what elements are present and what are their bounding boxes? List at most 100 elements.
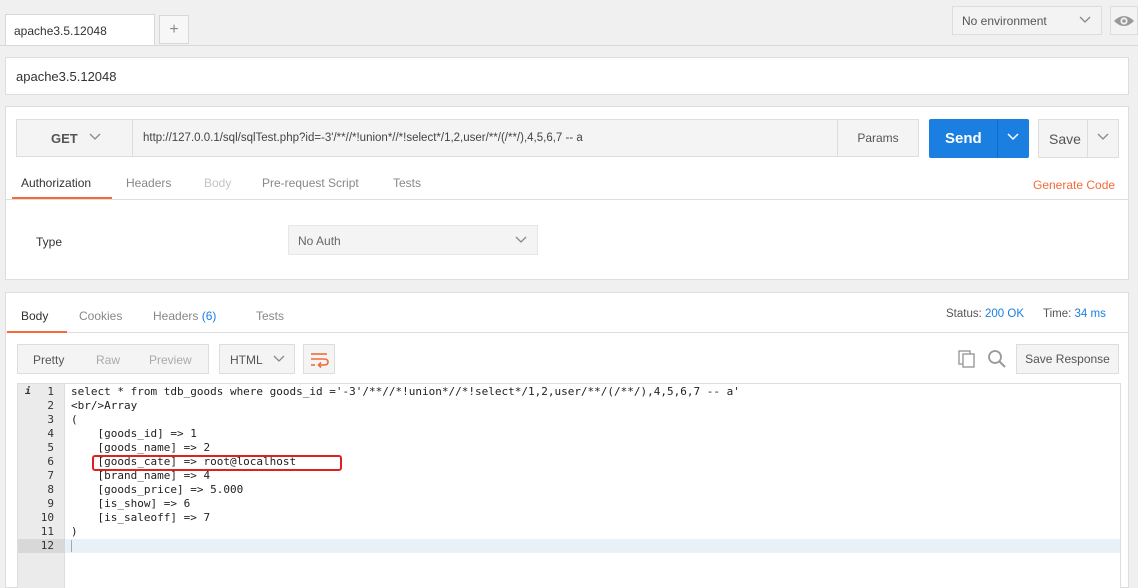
response-tab-tests[interactable]: Tests xyxy=(256,309,284,323)
highlight-annotation-box xyxy=(92,455,342,471)
format-toggle-group: Pretty Raw Preview xyxy=(17,344,209,374)
save-button[interactable]: Save xyxy=(1038,119,1119,158)
line-text: <br/>Array xyxy=(71,399,138,412)
active-tab-indicator xyxy=(12,197,112,199)
request-panel: GET http://127.0.0.1/sql/sqlTest.php?id=… xyxy=(5,106,1129,280)
auth-type-value: No Auth xyxy=(298,234,341,248)
request-tabs: Authorization Headers Body Pre-request S… xyxy=(6,167,1128,200)
tab-body[interactable]: Body xyxy=(204,176,231,190)
copy-icon[interactable] xyxy=(957,349,977,369)
line-text: [brand_name] => 4 xyxy=(71,469,211,482)
code-line: 2 <br/>Array xyxy=(18,399,1120,413)
line-number: 1 xyxy=(47,385,54,398)
code-line: 10 [is_saleoff] => 7 xyxy=(18,511,1120,525)
search-icon[interactable] xyxy=(987,349,1007,369)
request-name-text: apache3.5.12048 xyxy=(16,69,117,84)
line-number: 4 xyxy=(47,427,54,440)
status-value: 200 OK xyxy=(985,308,1025,320)
line-text: ( xyxy=(71,413,78,426)
line-text: select * from tdb_goods where goods_id =… xyxy=(71,385,740,398)
response-body-editor[interactable]: i 1 select * from tdb_goods where goods_id… xyxy=(17,383,1121,588)
send-button-label: Send xyxy=(945,130,982,147)
environment-select-value: No environment xyxy=(962,14,1047,28)
line-number: 7 xyxy=(47,469,54,482)
line-number: 2 xyxy=(47,399,54,412)
response-panel: Body Cookies Headers (6) Tests Status: 2… xyxy=(5,292,1129,588)
code-line: 11) xyxy=(18,525,1120,539)
chevron-down-icon xyxy=(89,133,101,140)
code-line: 5 [goods_name] => 2 xyxy=(18,441,1120,455)
response-active-tab-indicator xyxy=(7,331,67,333)
wrap-lines-button[interactable] xyxy=(303,344,335,374)
environment-quick-look-button[interactable] xyxy=(1110,6,1138,35)
code-line-active: 12 xyxy=(18,539,1120,553)
request-name[interactable]: apache3.5.12048 xyxy=(5,57,1129,95)
request-tab-label: apache3.5.12048 xyxy=(14,24,107,38)
request-tab[interactable]: apache3.5.12048 xyxy=(5,14,155,46)
code-line: 7 [brand_name] => 4 xyxy=(18,469,1120,483)
response-tab-headers[interactable]: Headers (6) xyxy=(153,309,216,323)
line-number: 5 xyxy=(47,441,54,454)
response-tab-cookies[interactable]: Cookies xyxy=(79,309,122,323)
environment-select[interactable]: No environment xyxy=(952,6,1102,35)
method-select-value: GET xyxy=(51,131,78,146)
chevron-down-icon[interactable] xyxy=(1097,133,1109,141)
url-input[interactable]: http://127.0.0.1/sql/sqlTest.php?id=-3'/… xyxy=(132,119,838,157)
language-select[interactable]: HTML xyxy=(219,344,295,374)
line-number: 6 xyxy=(47,455,54,468)
code-line: 3( xyxy=(18,413,1120,427)
wrap-lines-icon xyxy=(311,353,329,369)
line-number: 3 xyxy=(47,413,54,426)
tabs-divider xyxy=(0,45,1138,46)
code-line: 4 [goods_id] => 1 xyxy=(18,427,1120,441)
add-tab-button[interactable]: + xyxy=(159,15,189,44)
chevron-down-icon xyxy=(515,236,527,243)
tab-pre-request-script[interactable]: Pre-request Script xyxy=(262,176,359,190)
response-tabs-divider xyxy=(6,332,1128,333)
text-cursor xyxy=(71,540,72,552)
line-text: [is_saleoff] => 7 xyxy=(71,511,211,524)
auth-type-label: Type xyxy=(36,235,63,249)
response-tab-body[interactable]: Body xyxy=(21,309,48,323)
line-number: 9 xyxy=(47,497,54,510)
chevron-down-icon xyxy=(1079,16,1091,23)
line-number: 8 xyxy=(47,483,54,496)
format-raw-button[interactable]: Raw xyxy=(96,353,120,367)
line-text: [is_show] => 6 xyxy=(71,497,191,510)
line-text: [goods_name] => 2 xyxy=(71,441,211,454)
tab-headers[interactable]: Headers xyxy=(126,176,171,190)
status-label: Status: xyxy=(946,308,982,320)
save-response-button[interactable]: Save Response xyxy=(1016,344,1119,374)
send-button[interactable]: Send xyxy=(929,119,1029,158)
response-time: Time: 34 ms xyxy=(1043,308,1106,320)
code-line: 9 [is_show] => 6 xyxy=(18,497,1120,511)
tab-tests[interactable]: Tests xyxy=(393,176,421,190)
response-status: Status: 200 OK xyxy=(946,308,1024,320)
line-number: 11 xyxy=(40,525,54,538)
line-text: ) xyxy=(71,525,78,538)
response-headers-count: (6) xyxy=(201,309,217,323)
code-line: 8 [goods_price] => 5.000 xyxy=(18,483,1120,497)
save-button-divider xyxy=(1087,120,1088,157)
line-text: [goods_id] => 1 xyxy=(71,427,197,440)
method-select[interactable]: GET xyxy=(16,119,133,157)
language-select-value: HTML xyxy=(230,353,263,367)
chevron-down-icon[interactable] xyxy=(1007,133,1019,141)
save-button-label: Save xyxy=(1049,131,1081,147)
line-number: 12 xyxy=(18,539,65,553)
params-button[interactable]: Params xyxy=(837,119,919,157)
response-tab-headers-label: Headers xyxy=(153,309,199,323)
line-text: [goods_price] => 5.000 xyxy=(71,483,244,496)
code-line: i 1 select * from tdb_goods where goods_id… xyxy=(18,385,1120,399)
auth-type-select[interactable]: No Auth xyxy=(288,225,538,255)
line-number: 10 xyxy=(40,511,54,524)
time-value: 34 ms xyxy=(1074,308,1106,320)
chevron-down-icon xyxy=(273,355,285,362)
format-pretty-button[interactable]: Pretty xyxy=(33,353,64,367)
time-label: Time: xyxy=(1043,308,1072,320)
send-button-divider xyxy=(997,119,998,158)
generate-code-link[interactable]: Generate Code xyxy=(1033,178,1115,192)
tab-authorization[interactable]: Authorization xyxy=(21,176,91,190)
format-preview-button[interactable]: Preview xyxy=(149,353,192,367)
eye-icon xyxy=(1114,16,1134,26)
